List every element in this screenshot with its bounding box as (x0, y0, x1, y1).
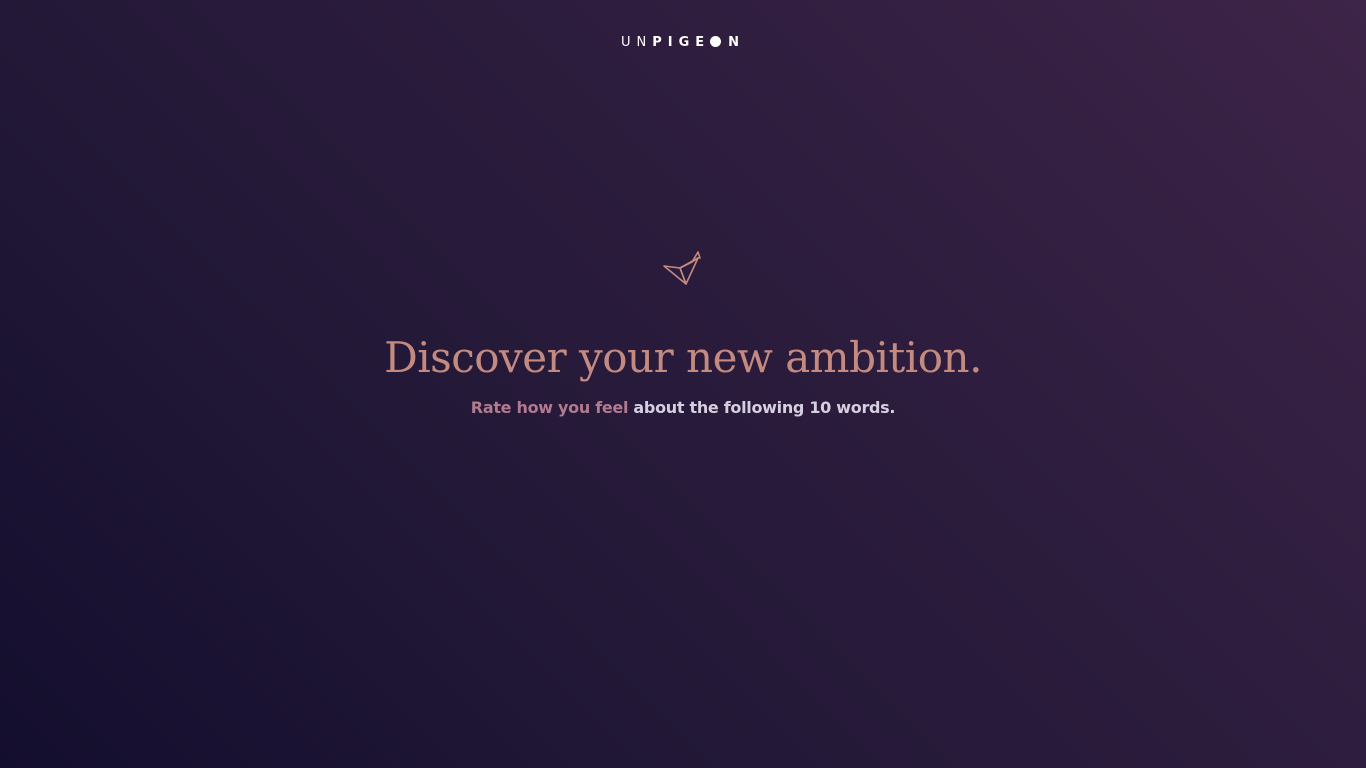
subtitle-accent: Rate how you feel (470, 398, 629, 417)
logo-prefix: UN (620, 35, 653, 50)
origami-bird-icon (662, 250, 704, 288)
page-headline: Discover your new ambition. (384, 333, 982, 382)
logo-dot-icon (710, 36, 722, 47)
brand-logo[interactable]: UNPIGE N (0, 35, 1366, 50)
logo-middle: PIGE (652, 35, 711, 50)
logo-suffix: N (728, 35, 746, 50)
page-subtitle: Rate how you feel about the following 10… (0, 398, 1366, 417)
subtitle-rest: about the following 10 words. (628, 398, 896, 417)
